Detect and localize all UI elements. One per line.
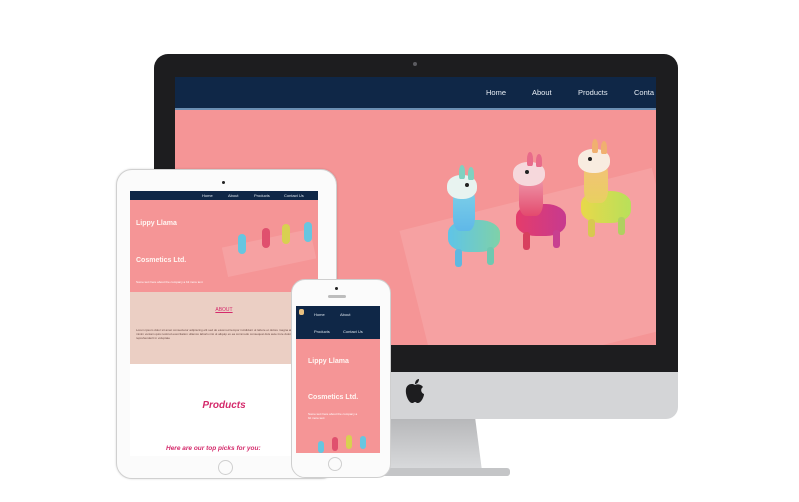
tablet-nav-home[interactable]: Home	[202, 193, 213, 198]
phone-llama-blue-2	[360, 436, 366, 449]
phone-navbar: Home About Products Contact Us	[296, 306, 380, 339]
llama-toy-yellow	[576, 139, 636, 239]
tablet-nav-products[interactable]: Products	[254, 193, 270, 198]
phone-nav-products[interactable]: Products	[314, 329, 330, 334]
llama-toy-blue	[443, 165, 503, 270]
phone-hero-text: Some text here about the company a bit m…	[308, 412, 358, 420]
tablet-about-text: Lorem ipsum dolor sit amet consectetur a…	[136, 328, 312, 340]
tablet-llama-pink	[262, 228, 270, 248]
tablet-hero-title-line1: Lippy Llama	[136, 220, 177, 227]
phone-speaker	[328, 295, 346, 298]
tablet-nav-about[interactable]: About	[228, 193, 238, 198]
phone-llama-pink	[332, 437, 338, 451]
apple-logo-icon	[405, 379, 424, 403]
desktop-nav-products[interactable]: Products	[578, 88, 608, 97]
desktop-nav-home[interactable]: Home	[486, 88, 506, 97]
phone-llama-yellow	[346, 435, 352, 449]
tablet-llama-blue-2	[304, 222, 312, 242]
camera-icon	[413, 62, 417, 66]
desktop-nav-about[interactable]: About	[532, 88, 552, 97]
phone-camera-icon	[335, 287, 338, 290]
phone-logo-icon	[299, 309, 304, 315]
tablet-hero: Lippy Llama Cosmetics Ltd. Some text her…	[130, 200, 318, 292]
tablet-llama-yellow	[282, 224, 290, 244]
tablet-about-heading: ABOUT	[215, 307, 233, 313]
tablet-home-button[interactable]	[218, 460, 233, 475]
tablet-llama-blue	[238, 234, 246, 254]
tablet-screen: Home About Products Contact Us Lippy Lla…	[130, 191, 318, 456]
phone-hero-title-line1: Lippy Llama	[308, 358, 349, 365]
phone-llama-blue	[318, 441, 324, 453]
tablet-about-section: ABOUT Lorem ipsum dolor sit amet consect…	[130, 292, 318, 364]
phone-home-button[interactable]	[328, 457, 342, 471]
tablet-hero-title-line2: Cosmetics Ltd.	[136, 257, 187, 264]
phone-nav-home[interactable]: Home	[314, 312, 325, 317]
desktop-navbar: Home About Products Conta	[175, 77, 656, 110]
tablet-navbar: Home About Products Contact Us	[130, 191, 318, 200]
phone-screen: Home About Products Contact Us Lippy Lla…	[296, 306, 380, 453]
phone-hero-title-line2: Cosmetics Ltd.	[308, 394, 359, 401]
tablet-products-heading: Products	[202, 400, 246, 411]
desktop-nav-contact[interactable]: Conta	[634, 88, 654, 97]
phone-nav-about[interactable]: About	[340, 312, 350, 317]
llama-toy-pink	[511, 152, 571, 252]
tablet-hero-text: Some text here about the company a bit m…	[136, 280, 203, 284]
tablet-nav-contact[interactable]: Contact Us	[284, 193, 304, 198]
tablet-camera-icon	[222, 181, 225, 184]
phone-nav-contact[interactable]: Contact Us	[343, 329, 363, 334]
